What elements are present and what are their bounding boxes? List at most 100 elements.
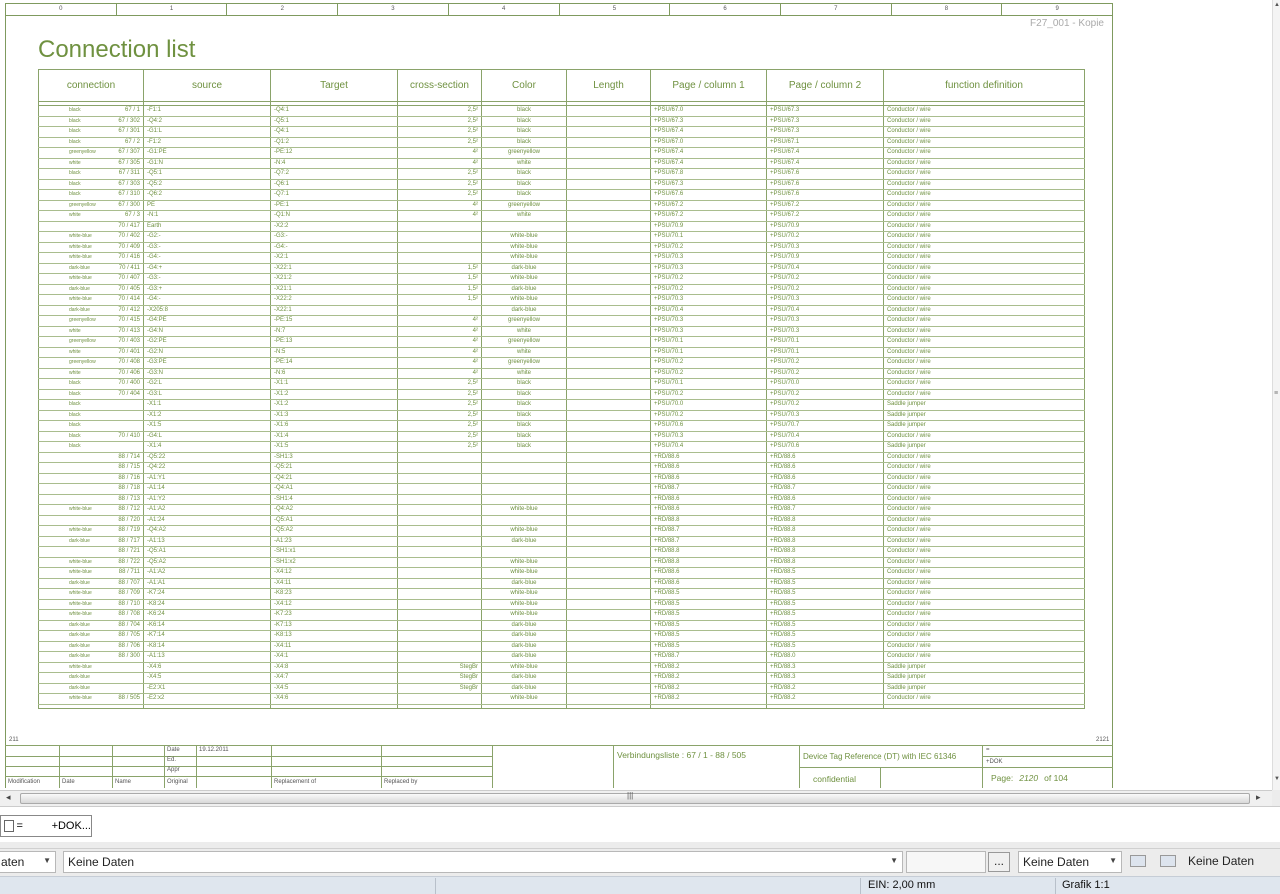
table-row[interactable]: greenyellow 70 / 408 -G3:PE -PE:14 4² greenye… <box>38 357 1085 369</box>
table-row[interactable]: dark-blue -E2:X1 -X4:5 StegBr dark-blue +RD/8… <box>38 683 1085 694</box>
table-row[interactable]: white 70 / 401 -G2:N -N:5 4² white +PSU/70.1 +P… <box>38 347 1085 358</box>
table-row[interactable]: dark-blue 70 / 411 -G4:+ -X22:1 1,5² dark-blu… <box>38 263 1085 274</box>
horizontal-scrollbar[interactable]: ◂ ||| ▸ <box>0 790 1272 806</box>
table-row[interactable]: dark-blue 88 / 300 -A1:13 -X4:1 dark-blue +RD… <box>38 651 1085 663</box>
scroll-right-icon[interactable]: ▸ <box>1256 792 1261 803</box>
chevron-down-icon[interactable]: ▼ <box>890 856 898 865</box>
table-row[interactable]: 88 / 713 -A1:Y2 -SH1:4 +RD/88.6 +RD/88.6 Cond… <box>38 494 1085 505</box>
table-row[interactable]: white 67 / 3 -N:1 -Q1:N 4² white +PSU/67.2 +PSU… <box>38 210 1085 222</box>
table-row[interactable]: white-blue 88 / 712 -A1:A2 -Q4:A2 white-blue… <box>38 504 1085 516</box>
table-row[interactable]: black 67 / 1 -F1:1 -Q4:1 2,5² black +PSU/67.0 +… <box>38 105 1085 117</box>
table-row[interactable]: white 70 / 406 -G3:N -N:6 4² white +PSU/70.2 +P… <box>38 368 1085 379</box>
table-row[interactable]: black -X1:1 -X1:2 2,5² black +PSU/70.0 +PSU/70… <box>38 399 1085 411</box>
table-row[interactable]: white-blue 70 / 407 -G3:- -X21:2 1,5² white-b… <box>38 273 1085 285</box>
combo-d[interactable]: Keine Daten ▼ <box>1018 851 1122 873</box>
table-row[interactable]: dark-blue 70 / 405 -G3:+ -X21:1 1,5² dark-blu… <box>38 284 1085 295</box>
table-row[interactable]: black -X1:5 -X1:6 2,5² black +PSU/70.6 +PSU/70… <box>38 420 1085 432</box>
table-row[interactable]: greenyellow 70 / 415 -G4:PE -PE:15 4² greenye… <box>38 315 1085 327</box>
table-row[interactable]: dark-blue 88 / 705 -K7:14 -K8:13 dark-blue +R… <box>38 630 1085 642</box>
table-row[interactable]: dark-blue 88 / 717 -A1:13 -A1:23 dark-blue +R… <box>38 536 1085 547</box>
scroll-left-icon[interactable]: ◂ <box>6 792 11 803</box>
table-row[interactable]: greenyellow 70 / 403 -G2:PE -PE:13 4² greenye… <box>38 336 1085 348</box>
combo-b[interactable]: Keine Daten ▼ <box>63 851 903 873</box>
table-row[interactable]: black -X1:2 -X1:3 2,5² black +PSU/70.2 +PSU/70… <box>38 410 1085 421</box>
chevron-down-icon[interactable]: ▼ <box>1109 856 1117 865</box>
table-row[interactable]: 88 / 715 -Q4:22 -Q5:21 +RD/88.6 +RD/88.6 Cond… <box>38 462 1085 474</box>
table-row[interactable]: greenyellow 67 / 307 -G1:PE -PE:12 4² greenye… <box>38 147 1085 159</box>
table-row[interactable]: white-blue -X4:6 -X4:8 StegBr white-blue +RD/… <box>38 662 1085 673</box>
scroll-grip-icon[interactable]: ||| <box>627 791 633 800</box>
table-row[interactable]: dark-blue 70 / 412 -X205:8 -X22:1 dark-blue +… <box>38 305 1085 316</box>
table-row[interactable]: greenyellow 67 / 300 PE -PE:1 4² greenyellow +… <box>38 200 1085 211</box>
window-icon[interactable] <box>1160 855 1176 867</box>
scroll-grip-icon[interactable]: ≡ <box>1274 390 1278 397</box>
scroll-up-icon[interactable]: ▲ <box>1273 2 1280 8</box>
table-row[interactable]: 88 / 718 -A1:14 -Q4:A1 +RD/88.7 +RD/88.7 Cond… <box>38 483 1085 495</box>
table-row[interactable]: black 70 / 400 -G2:L -X1:1 2,5² black +PSU/70.… <box>38 378 1085 390</box>
connection-ref: 70 / 415 <box>118 317 140 324</box>
horizontal-scroll-thumb[interactable] <box>20 793 1250 804</box>
scroll-down-icon[interactable]: ▼ <box>1273 776 1280 782</box>
table-row[interactable]: white-blue 70 / 402 -G2:- -G3:- white-blue +P… <box>38 231 1085 243</box>
drawing-canvas[interactable]: 012345678 9 F27_001 - Kopie Connection li… <box>0 0 1272 790</box>
combo-c-input[interactable] <box>906 851 986 873</box>
table-row[interactable]: dark-blue -X4:5 -X4:7 StegBr dark-blue +RD/88… <box>38 672 1085 684</box>
page-number: 2120 <box>1019 773 1039 783</box>
connection-ref: 70 / 404 <box>118 390 140 397</box>
cross-section-cell: StegBr <box>397 662 482 673</box>
combo-a[interactable]: aten ▼ <box>0 851 56 873</box>
table-row[interactable]: white-blue 88 / 710 -K8:24 -X4:12 white-blue… <box>38 599 1085 610</box>
table-row[interactable]: white-blue 88 / 708 -K6:24 -K7:23 white-blue… <box>38 609 1085 621</box>
table-row[interactable]: black -X1:4 -X1:5 2,5² black +PSU/70.4 +PSU/70… <box>38 441 1085 453</box>
table-row[interactable]: 70 / 417 Earth -X2:2 +PSU/70.9 +PSU/70.9 Cond… <box>38 221 1085 232</box>
table-row[interactable]: black 70 / 410 -G4:L -X1:4 2,5² black +PSU/70.… <box>38 431 1085 442</box>
table-row[interactable]: black 67 / 302 -Q4:2 -Q5:1 2,5² black +PSU/67.… <box>38 116 1085 127</box>
table-row[interactable]: black 67 / 301 -G1:L -Q4:1 2,5² black +PSU/67.… <box>38 126 1085 138</box>
table-row[interactable]: 88 / 720 -A1:24 -Q5:A1 +RD/88.8 +RD/88.8 Cond… <box>38 515 1085 526</box>
connection-ref: 70 / 408 <box>118 359 140 366</box>
function-definition-cell: Conductor / wire <box>883 504 1085 516</box>
table-row[interactable]: 88 / 716 -A1:Y1 -Q4:21 +RD/88.6 +RD/88.6 Cond… <box>38 473 1085 484</box>
table-row[interactable]: black 67 / 311 -Q5:1 -Q7:2 2,5² black +PSU/67.… <box>38 168 1085 180</box>
table-row[interactable]: dark-blue 88 / 704 -K6:14 -K7:13 dark-blue +R… <box>38 620 1085 631</box>
page-column-1-cell: +PSU/67.6 <box>650 189 767 201</box>
connection-cell: white-blue 88 / 710 <box>38 599 144 610</box>
table-row[interactable]: black 67 / 2 -F1:2 -Q1:2 2,5² black +PSU/67.0 +… <box>38 137 1085 148</box>
table-row[interactable]: white-blue 88 / 711 -A1:A2 -X4:12 white-blue… <box>38 567 1085 579</box>
length-cell <box>566 410 651 421</box>
connection-ref: 70 / 409 <box>118 243 140 250</box>
table-row[interactable]: white-blue 70 / 416 -G4:- -X2:1 white-blue +P… <box>38 252 1085 264</box>
table-row[interactable]: black 70 / 404 -G3:L -X1:2 2,5² black +PSU/70.… <box>38 389 1085 400</box>
chevron-down-icon[interactable]: ▼ <box>43 856 51 865</box>
length-cell <box>566 494 651 505</box>
table-row[interactable]: black 67 / 310 -Q6:2 -Q7:1 2,5² black +PSU/67.… <box>38 189 1085 201</box>
grid-icon[interactable] <box>1130 855 1146 867</box>
table-row[interactable]: white-blue 88 / 505 -E2:x2 -X4:6 white-blue +… <box>38 693 1085 705</box>
table-row[interactable]: 88 / 721 -Q5:A1 -SH1:x1 +RD/88.8 +RD/88.8 Con… <box>38 546 1085 558</box>
page-column-2-cell: +PSU/70.4 <box>766 305 884 316</box>
table-row[interactable]: white-blue 88 / 722 -Q5:A2 -SH1:x2 white-blu… <box>38 557 1085 568</box>
table-row[interactable]: white-blue 88 / 719 -Q4:A2 -Q5:A2 white-blue… <box>38 525 1085 537</box>
page-column-1-cell: +RD/88.2 <box>650 662 767 673</box>
browse-button[interactable]: ... <box>988 852 1010 872</box>
page-column-1-cell: +RD/88.8 <box>650 557 767 568</box>
table-row[interactable]: white-blue 88 / 709 -K7:24 -K8:23 white-blue… <box>38 588 1085 600</box>
tab-dok[interactable]: = +DOK... <box>0 815 92 837</box>
table-row[interactable]: white 70 / 413 -G4:N -N:7 4² white +PSU/70.3 +P… <box>38 326 1085 337</box>
connection-cell: white-blue 70 / 416 <box>38 252 144 264</box>
table-row[interactable]: dark-blue 88 / 706 -K8:14 -X4:11 dark-blue +R… <box>38 641 1085 652</box>
source-cell: -G3:- <box>143 273 271 285</box>
cross-section-cell: 4² <box>397 347 482 358</box>
connection-ref: 70 / 405 <box>118 285 140 292</box>
table-row[interactable]: 88 / 714 -Q5:22 -SH1:3 +RD/88.6 +RD/88.6 Cond… <box>38 452 1085 463</box>
function-definition-cell: Conductor / wire <box>883 252 1085 264</box>
vertical-scrollbar[interactable]: ▲ ≡ ▼ <box>1272 0 1280 790</box>
target-cell: -N:7 <box>270 326 398 337</box>
table-row[interactable]: dark-blue 88 / 707 -A1:A1 -X4:11 dark-blue +R… <box>38 578 1085 589</box>
table-row[interactable]: white-blue 70 / 414 -G4:- -X22:2 1,5² white-b… <box>38 294 1085 306</box>
table-row[interactable]: white-blue 70 / 409 -G3:- -G4:- white-blue +P… <box>38 242 1085 253</box>
page-column-1-cell: +PSU/70.2 <box>650 357 767 369</box>
table-row[interactable]: white 67 / 305 -G1:N -N:4 4² white +PSU/67.4 +P… <box>38 158 1085 169</box>
cross-section-cell: 1,5² <box>397 273 482 285</box>
table-row[interactable]: black 67 / 303 -Q5:2 -Q6:1 2,5² black +PSU/67.… <box>38 179 1085 190</box>
